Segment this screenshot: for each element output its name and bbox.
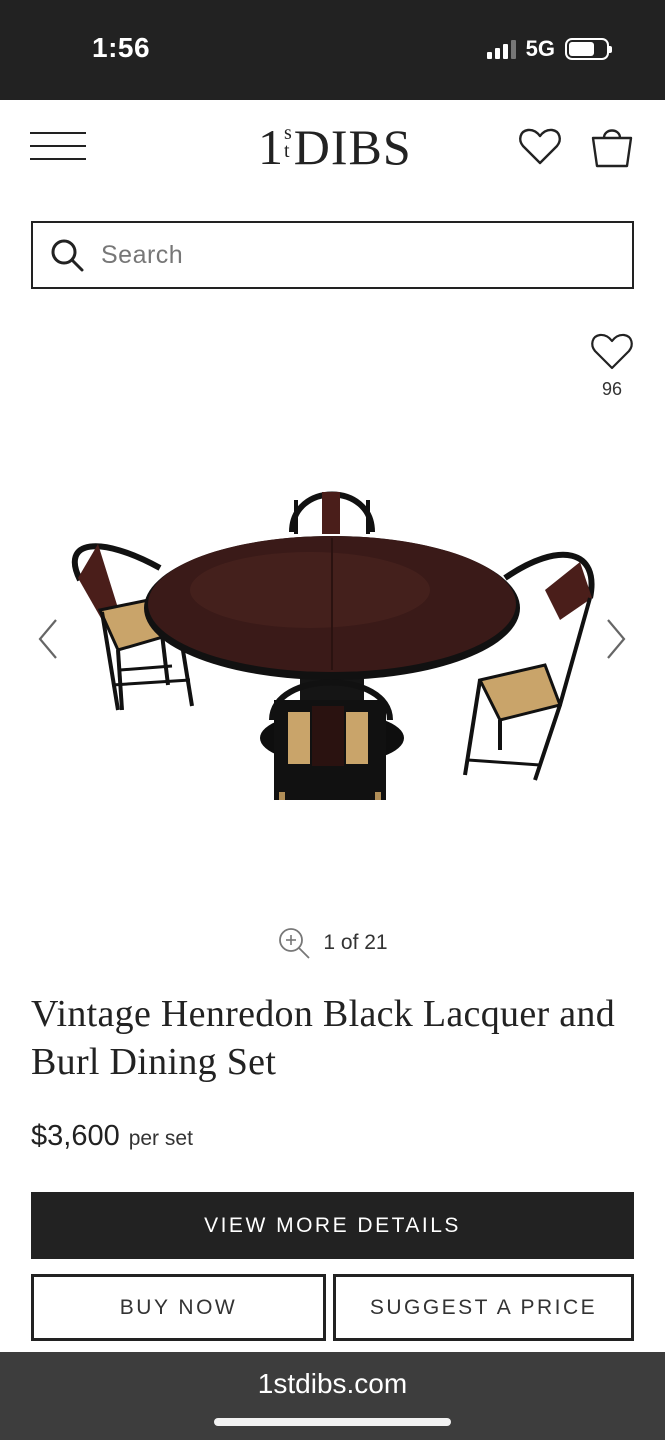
site-header: 1 s t DIBS <box>0 100 665 200</box>
product-favorite-button[interactable]: 96 <box>586 326 638 400</box>
back-chair <box>289 491 375 534</box>
image-counter: 1 of 21 <box>0 926 665 960</box>
view-more-details-button[interactable]: VIEW MORE DETAILS <box>31 1192 634 1259</box>
home-indicator[interactable] <box>214 1418 451 1426</box>
buy-now-button[interactable]: BUY NOW <box>31 1274 326 1341</box>
battery-icon <box>565 38 612 60</box>
product-title: Vintage Henredon Black Lacquer and Burl … <box>31 993 616 1083</box>
price-row: $3,600 per set <box>31 1120 193 1153</box>
price-unit: per set <box>128 1127 193 1150</box>
front-chair <box>269 679 393 800</box>
search-icon <box>51 239 84 272</box>
status-bar: 1:56 5G <box>0 0 665 100</box>
hamburger-menu-icon[interactable] <box>30 130 86 160</box>
product-image-gallery[interactable] <box>0 420 665 860</box>
search-input[interactable] <box>101 240 581 270</box>
browser-address-bar: 1stdibs.com <box>0 1352 665 1440</box>
product-photo-dining-set[interactable] <box>60 480 605 800</box>
heart-icon[interactable] <box>516 122 564 170</box>
search-bar[interactable] <box>31 221 634 289</box>
status-indicators: 5G <box>486 36 612 62</box>
product-price: $3,600 <box>31 1120 120 1152</box>
suggest-a-price-button[interactable]: SUGGEST A PRICE <box>333 1274 634 1341</box>
image-counter-text: 1 of 21 <box>323 931 388 954</box>
site-logo[interactable]: 1 s t DIBS <box>258 118 412 176</box>
cellular-signal-icon <box>486 39 516 59</box>
status-time: 1:56 <box>92 32 151 63</box>
shopping-bag-icon[interactable] <box>588 122 636 170</box>
zoom-in-icon[interactable] <box>277 926 311 960</box>
favorite-count: 96 <box>601 379 623 399</box>
heart-icon <box>591 333 633 370</box>
url-display[interactable]: 1stdibs.com <box>0 1368 665 1400</box>
network-type: 5G <box>525 36 555 61</box>
